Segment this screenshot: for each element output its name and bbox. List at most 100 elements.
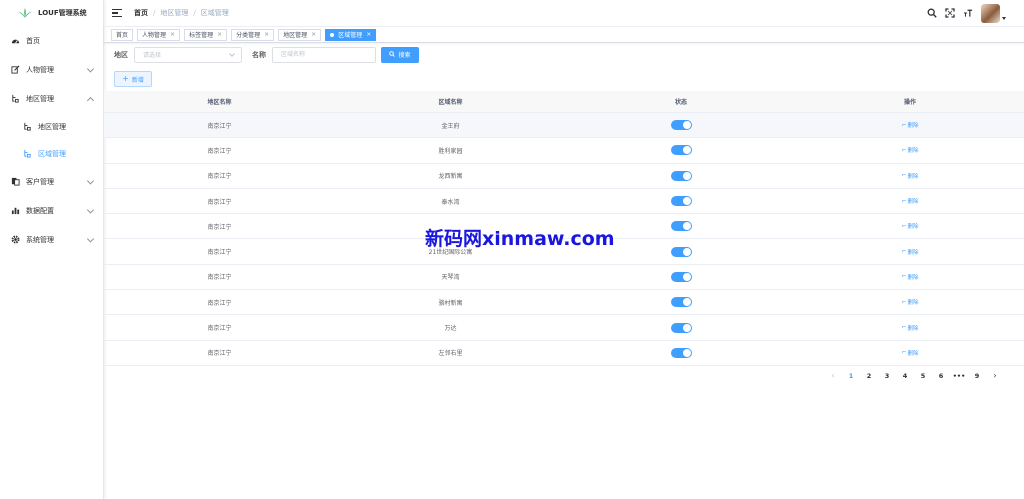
action-cell: ⌐ 删除: [796, 298, 1024, 307]
sidebar-item-region[interactable]: 地区管理: [0, 84, 103, 113]
region-cell: 南京江宁: [207, 249, 232, 257]
status-switch[interactable]: [670, 246, 692, 257]
delete-button[interactable]: ⌐ 删除: [901, 349, 918, 357]
action-cell: ⌐ 删除: [796, 222, 1024, 231]
tag-region[interactable]: 地区管理 ×: [278, 28, 322, 41]
table-row: 南京江宁 天琴湾 ⌐ 删除: [104, 265, 1024, 291]
tag-labels[interactable]: 标签管理 ×: [184, 28, 228, 41]
page-button[interactable]: 5: [914, 369, 932, 383]
sidebar-item-label: 区域管理: [38, 149, 66, 158]
status-cell: [566, 297, 796, 308]
status-cell: [566, 347, 796, 358]
status-switch[interactable]: [670, 170, 692, 181]
active-dot-icon: [330, 32, 335, 37]
status-cell: [566, 196, 796, 207]
tag-people[interactable]: 人物管理 ×: [137, 28, 181, 41]
page-button[interactable]: 6: [932, 369, 950, 383]
sidebar-item-system[interactable]: 系统管理: [0, 225, 103, 254]
sidebar-item-data-config[interactable]: 数据配置: [0, 196, 103, 225]
next-page-button[interactable]: ›: [986, 369, 1004, 383]
search-button-label: 搜索: [398, 52, 411, 59]
page-button[interactable]: 2: [860, 369, 878, 383]
delete-button[interactable]: ⌐ 删除: [901, 121, 918, 130]
status-switch[interactable]: [670, 120, 692, 131]
delete-button[interactable]: ⌐ 删除: [901, 222, 918, 231]
chevron-up-icon: [86, 96, 95, 104]
sidebar-item-label: 客户管理: [26, 177, 54, 186]
sidebar-subitem-region[interactable]: 地区管理: [0, 113, 103, 140]
prev-page-button[interactable]: ‹: [824, 369, 842, 383]
delete-button[interactable]: ⌐ 删除: [901, 248, 918, 256]
area-cell: 左邻右里: [438, 350, 463, 358]
close-icon[interactable]: ×: [311, 31, 316, 38]
region-cell: 南京江宁: [207, 325, 232, 333]
delete-icon: ⌐: [901, 146, 907, 154]
more-pages-button[interactable]: •••: [950, 369, 968, 383]
caret-down-icon[interactable]: [1002, 16, 1006, 20]
page-button[interactable]: 3: [878, 369, 896, 383]
sidebar-item-customer[interactable]: 客户管理: [0, 167, 103, 196]
delete-label: 删除: [907, 148, 919, 155]
breadcrumb-separator: /: [153, 9, 156, 17]
close-icon[interactable]: ×: [264, 31, 269, 38]
chevron-down-icon: [86, 64, 95, 73]
column-header: 地区名称: [207, 99, 232, 106]
status-switch[interactable]: [670, 322, 692, 333]
status-cell: [566, 322, 796, 333]
status-switch[interactable]: [670, 297, 692, 308]
sidebar-subitem-area[interactable]: 区域管理: [0, 140, 103, 167]
tag-area[interactable]: 区域管理 ×: [325, 28, 377, 41]
tag-label: 地区管理: [283, 32, 308, 39]
add-button-label: 新增: [131, 76, 144, 84]
close-icon[interactable]: ×: [217, 31, 222, 38]
region-select[interactable]: 请选择: [134, 46, 242, 63]
sidebar-item-people[interactable]: 人物管理: [0, 55, 103, 84]
breadcrumb-item[interactable]: 首页: [134, 8, 148, 18]
chevron-down-icon: [86, 205, 95, 214]
table-row: 南京江宁 金王府 ⌐ 删除: [104, 113, 1024, 139]
tag-label: 标签管理: [189, 32, 214, 39]
close-icon[interactable]: ×: [366, 31, 371, 38]
search-button[interactable]: 搜索: [381, 46, 419, 63]
fullscreen-icon[interactable]: [945, 8, 955, 18]
delete-button[interactable]: ⌐ 删除: [901, 298, 918, 307]
status-switch[interactable]: [670, 196, 692, 207]
delete-label: 删除: [907, 350, 919, 357]
page-button[interactable]: 1: [842, 369, 860, 383]
page-button[interactable]: 9: [968, 369, 986, 383]
action-cell: ⌐ 删除: [796, 172, 1024, 180]
column-header: 状态: [674, 99, 687, 106]
status-switch[interactable]: [670, 271, 692, 282]
delete-button[interactable]: ⌐ 删除: [901, 324, 918, 332]
status-switch[interactable]: [670, 145, 692, 156]
search-form: 地区 请选择 名称 搜索: [114, 46, 419, 63]
status-switch[interactable]: [670, 347, 692, 358]
delete-label: 删除: [907, 325, 919, 332]
page-button[interactable]: 4: [896, 369, 914, 383]
delete-button[interactable]: ⌐ 删除: [901, 172, 918, 180]
app-title: LOUF管理系统: [38, 9, 87, 17]
add-button[interactable]: + 新增: [114, 71, 152, 87]
menu-toggle-icon[interactable]: [112, 9, 122, 17]
column-header: 操作: [903, 99, 916, 106]
table-row: 南京江宁 万达 ⌐ 删除: [104, 315, 1024, 341]
breadcrumb-item[interactable]: 地区管理: [160, 8, 188, 18]
delete-button[interactable]: ⌐ 删除: [901, 273, 918, 281]
region-select-placeholder: 请选择: [143, 52, 162, 59]
action-cell: ⌐ 删除: [796, 324, 1024, 332]
font-size-icon[interactable]: [963, 8, 973, 18]
sidebar-item-home[interactable]: 首页: [0, 26, 103, 55]
area-name-input[interactable]: [272, 46, 376, 63]
search-icon[interactable]: [927, 8, 937, 18]
tag-category[interactable]: 分类管理 ×: [231, 28, 275, 41]
tag-home[interactable]: 首页: [111, 28, 134, 41]
close-icon[interactable]: ×: [170, 31, 175, 38]
delete-button[interactable]: ⌐ 删除: [901, 146, 919, 155]
edit-icon: [10, 65, 20, 75]
breadcrumb-item: 区域管理: [200, 9, 229, 17]
delete-label: 删除: [907, 173, 919, 180]
delete-button[interactable]: ⌐ 删除: [901, 197, 918, 206]
user-avatar[interactable]: [981, 3, 1000, 23]
action-cell: ⌐ 删除: [796, 197, 1024, 206]
status-switch[interactable]: [670, 221, 692, 232]
